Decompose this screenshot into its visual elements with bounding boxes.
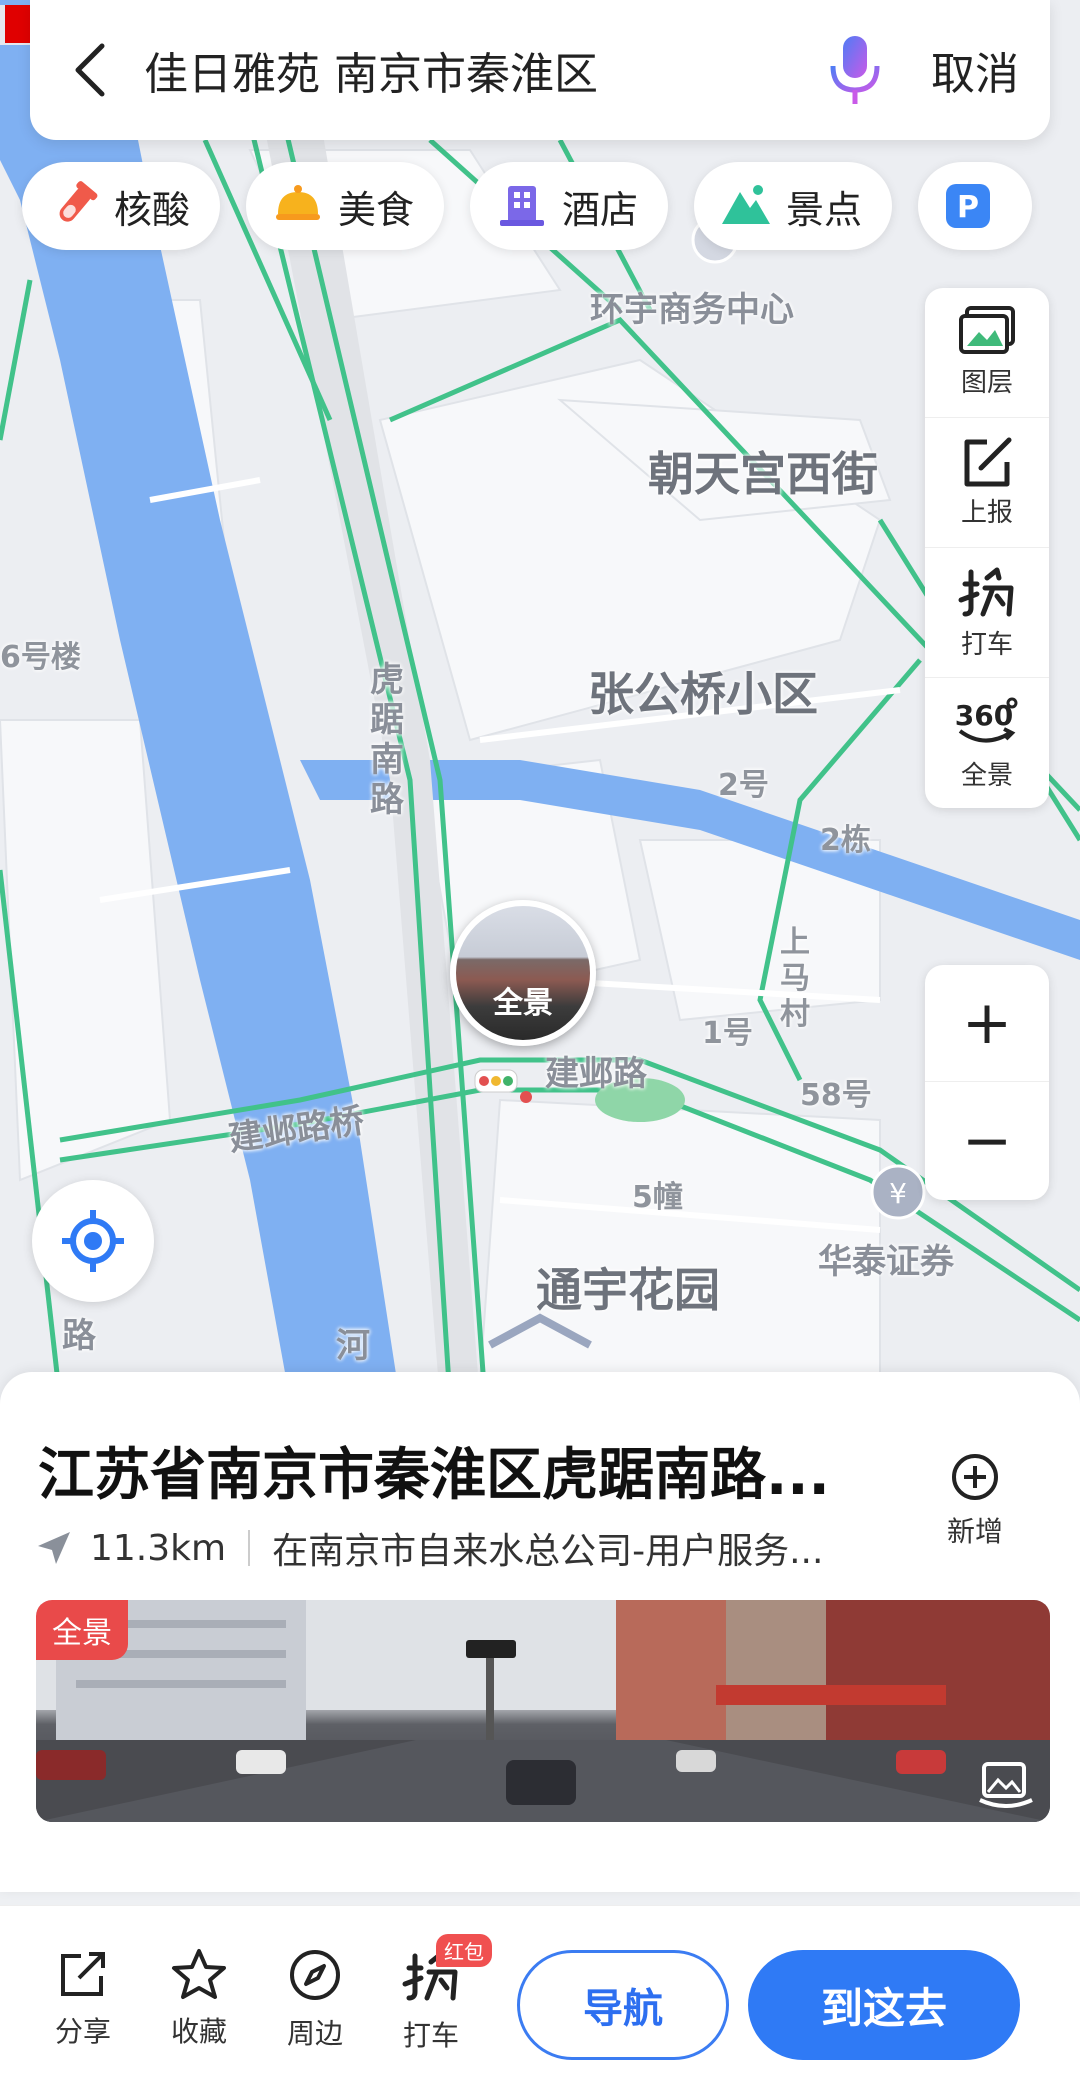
chevron-left-icon (75, 43, 105, 97)
hotel-icon (496, 180, 548, 232)
search-input[interactable]: 佳日雅苑 南京市秦淮区 (140, 38, 810, 102)
panorama-bubble[interactable]: 全景 (450, 900, 596, 1046)
map-label-no1: 1号 (702, 1016, 753, 1051)
parking-icon: P (942, 180, 994, 232)
report-button[interactable]: 上报 (925, 418, 1049, 548)
panorama-360-icon: 360 (955, 697, 1018, 742)
map-label-shangma: 上马村 (780, 925, 810, 1032)
map-label-hujunan: 虎踞南路 (370, 660, 404, 820)
taxi-icon (958, 567, 1014, 617)
taxi-label: 打车 (960, 630, 1013, 660)
panorama-bubble-label: 全景 (493, 986, 553, 1021)
distance-row: 11.3km 在南京市自来水总公司-用户服务... (36, 1522, 872, 1574)
panorama-label: 全景 (960, 760, 1013, 791)
go-here-button[interactable]: 到这去 (748, 1950, 1020, 2060)
layers-icon (959, 306, 1015, 354)
red-packet-badge: 红包 (436, 1934, 492, 1967)
chip-label: 景点 (786, 187, 863, 232)
map-tool-panel: 图层 上报 打车 360 全景 (925, 288, 1049, 808)
map-label-chaotian: 朝天宫西街 (648, 447, 878, 501)
distance-value: 11.3km (90, 1527, 227, 1569)
taxi-action-button[interactable]: 红包 打车 (386, 1934, 492, 2054)
map-label-no6: 6号楼 (0, 640, 81, 675)
search-bar: 佳日雅苑 南京市秦淮区 取消 (30, 0, 1050, 140)
chip-label: 美食 (338, 187, 415, 232)
favorite-button[interactable]: 收藏 (154, 1948, 244, 2050)
map-label-jianye: 建邺路 (545, 1054, 647, 1094)
chip-parking[interactable]: P (918, 162, 1033, 250)
chip-label: 酒店 (562, 187, 639, 232)
food-icon (272, 180, 324, 232)
back-button[interactable] (40, 0, 140, 140)
nearby-label: 周边 (286, 2017, 343, 2050)
cancel-button[interactable]: 取消 (900, 38, 1050, 102)
add-circle-icon (952, 1454, 998, 1500)
map-label-zhanggong: 张公桥小区 (588, 667, 818, 721)
zoom-in-button[interactable]: + (925, 965, 1049, 1082)
test-tube-icon (48, 180, 100, 232)
crosshair-icon (62, 1210, 124, 1272)
taxi-action-label: 打车 (402, 2019, 459, 2052)
favorite-label: 收藏 (170, 2015, 227, 2048)
map-label-huatai: 华泰证券 (818, 1242, 954, 1282)
layers-label: 图层 (960, 368, 1013, 398)
taxi-button[interactable]: 打车 (925, 548, 1049, 678)
street-scene (36, 1600, 1050, 1822)
report-label: 上报 (960, 498, 1013, 528)
microphone-icon (830, 36, 880, 104)
panorama-badge: 全景 (36, 1600, 128, 1660)
map-label-he: 河 (336, 1326, 370, 1366)
navigate-button[interactable]: 导航 (517, 1950, 729, 2060)
map-label-no58: 58号 (800, 1078, 872, 1113)
place-title[interactable]: 江苏省南京市秦淮区虎踞南路... (38, 1430, 888, 1511)
bottom-action-bar: 分享 收藏 周边 红包 打车 导航 到这去 (0, 1905, 1080, 2091)
map-label-zhuang5: 5幢 (632, 1180, 683, 1215)
star-icon (172, 1949, 226, 1999)
map-label-lu: 路 (62, 1316, 96, 1356)
chip-label: 核酸 (114, 187, 191, 232)
share-icon (61, 1952, 105, 1996)
category-chips: 核酸 美食 酒店 景点 P (22, 162, 1033, 250)
svg-text:P: P (957, 190, 979, 225)
chip-scenic[interactable]: 景点 (694, 162, 893, 250)
compass-icon (290, 1950, 340, 2000)
chip-food[interactable]: 美食 (246, 162, 445, 250)
add-place-button[interactable]: 新增 (930, 1452, 1020, 1550)
share-label: 分享 (54, 2015, 111, 2048)
map-label-no2: 2号 (718, 768, 769, 803)
voice-search-button[interactable] (810, 0, 900, 140)
zoom-controls: + − (925, 965, 1049, 1200)
place-info-card: 江苏省南京市秦淮区虎踞南路... 新增 11.3km 在南京市自来水总公司-用户… (0, 1372, 1080, 1892)
address-text: 在南京市自来水总公司-用户服务... (272, 1531, 824, 1572)
chip-covid-test[interactable]: 核酸 (22, 162, 221, 250)
navigation-arrow-icon (38, 1532, 70, 1564)
add-place-label: 新增 (946, 1515, 1003, 1548)
street-view-photo[interactable]: 全景 (36, 1600, 1050, 1822)
mountain-icon (720, 180, 772, 232)
panorama-button[interactable]: 360 全景 (925, 678, 1049, 808)
map-label-tongyu: 通宇花园 (536, 1263, 720, 1317)
map-label-dong2: 2栋 (820, 823, 871, 858)
zoom-out-button[interactable]: − (925, 1082, 1049, 1199)
divider (248, 1530, 251, 1566)
svg-text:¥: ¥ (889, 1177, 907, 1210)
locate-me-button[interactable] (32, 1180, 154, 1302)
chip-hotel[interactable]: 酒店 (470, 162, 669, 250)
report-icon (964, 437, 1012, 487)
svg-text:360: 360 (955, 699, 1013, 732)
map-label-huanyu: 环宇商务中心 (590, 290, 794, 330)
gallery-icon (979, 1762, 1033, 1808)
share-button[interactable]: 分享 (38, 1948, 128, 2050)
layers-button[interactable]: 图层 (925, 288, 1049, 418)
nearby-button[interactable]: 周边 (270, 1948, 360, 2052)
